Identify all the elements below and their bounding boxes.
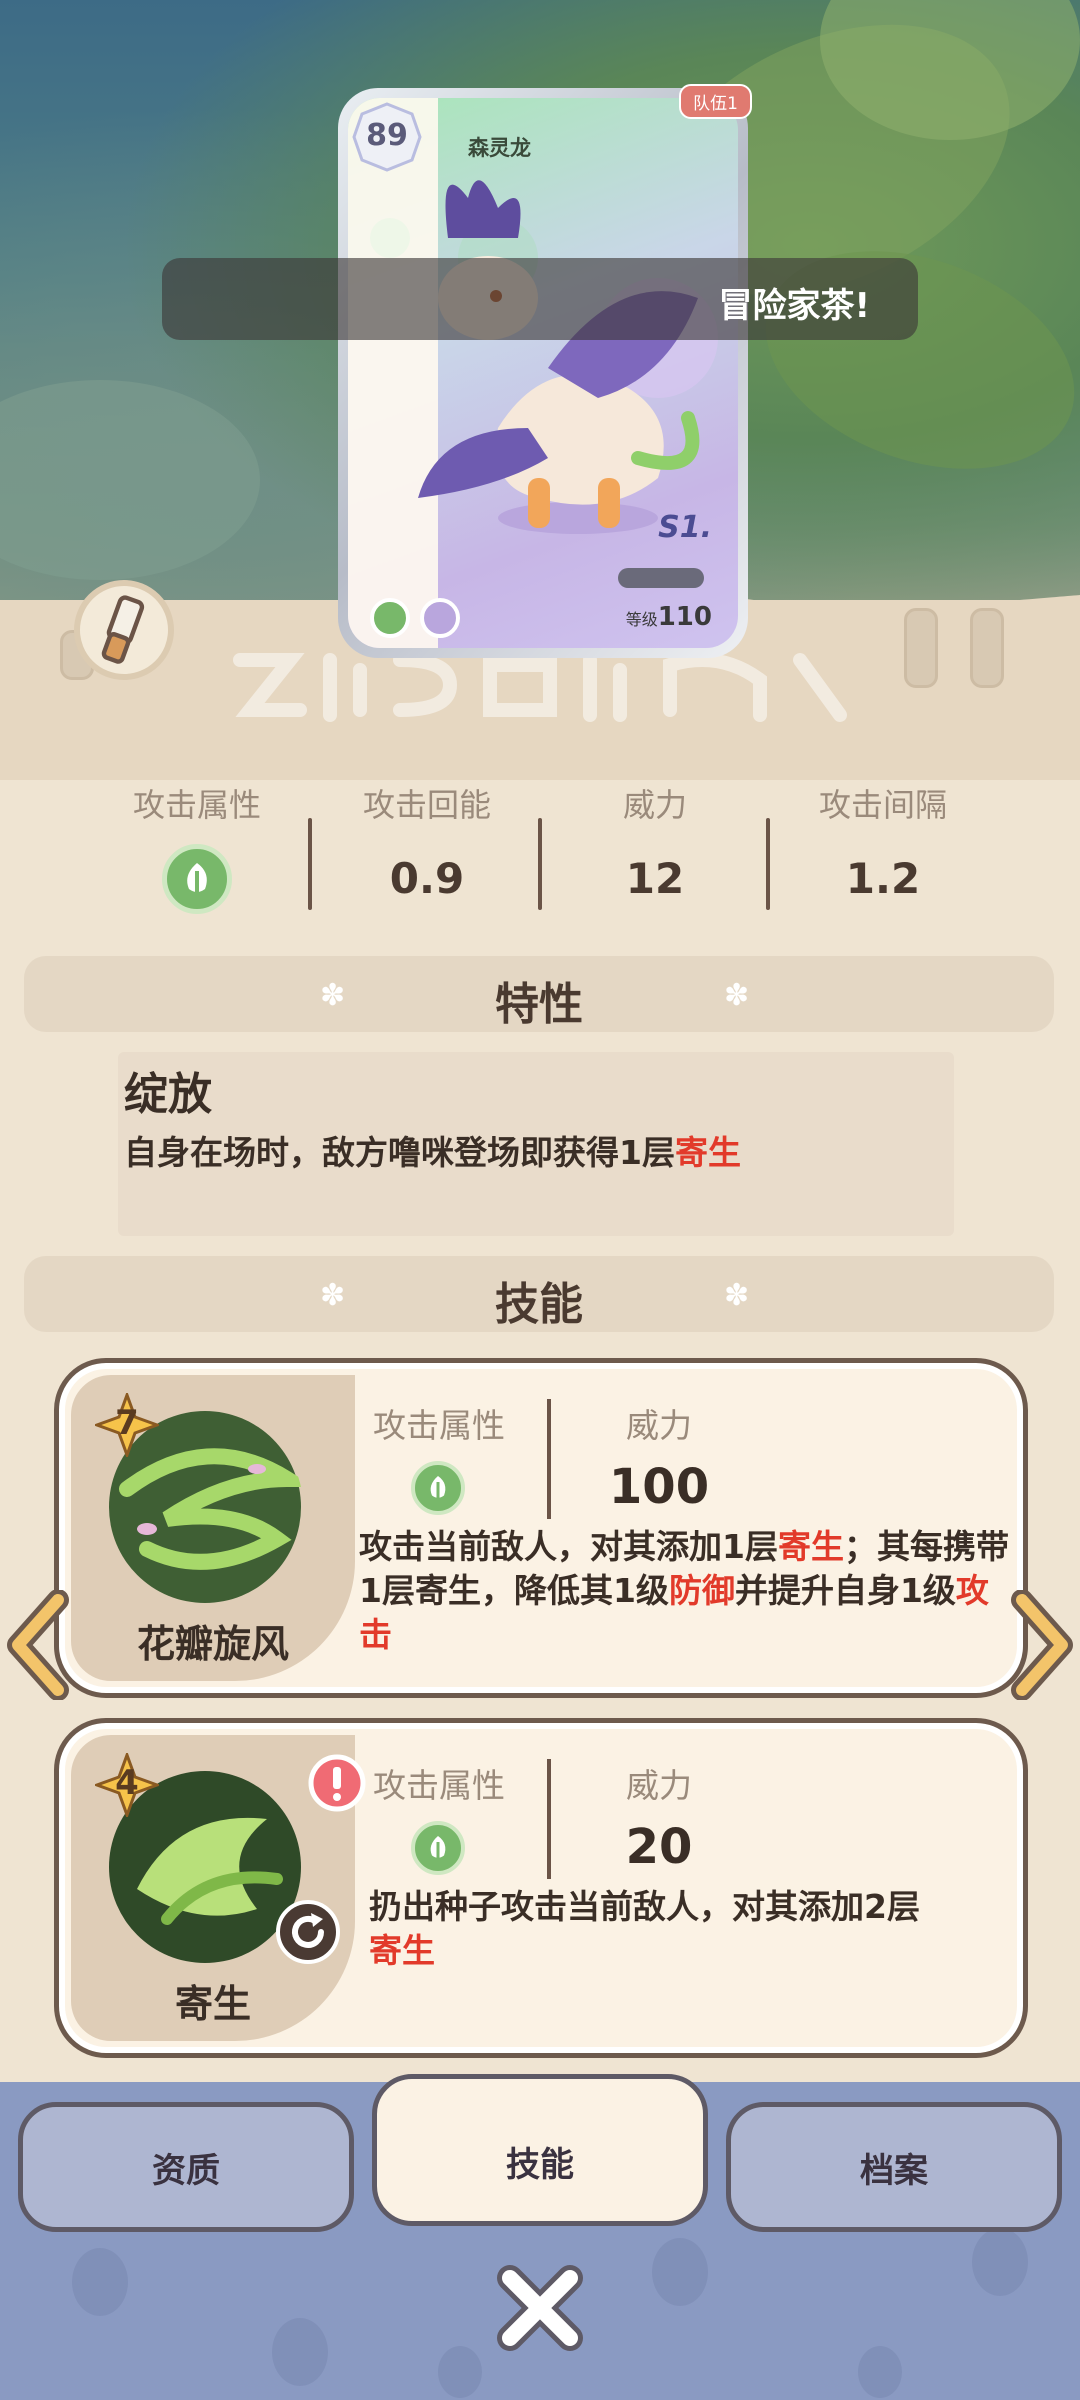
skill-card-parasite[interactable]: 4 寄生 攻击属性 威力 20 扔出种子攻击当前敌人，对其添加2层 寄生 <box>54 1718 1028 2058</box>
grass-attr-icon <box>370 598 410 638</box>
leaf-icon <box>411 1461 465 1515</box>
stat-value: 0.9 <box>389 854 465 903</box>
tab-skills[interactable]: 技能 <box>372 2074 708 2226</box>
pet-level: 等级110 <box>626 602 712 632</box>
skill-power-label: 威力 <box>626 1766 692 1805</box>
series-label: S1. <box>658 510 712 545</box>
pet-name: 森灵龙 <box>468 136 531 160</box>
skill-divider <box>547 1399 551 1519</box>
fence-post <box>904 608 938 688</box>
skill-cost-value: 7 <box>115 1403 139 1443</box>
stat-attack-attribute: 攻击属性 <box>82 780 312 914</box>
desc-text: 并提升自身1级 <box>734 1571 956 1610</box>
fence-post <box>970 608 1004 688</box>
stat-label: 攻击属性 <box>132 786 261 824</box>
alert-icon[interactable] <box>307 1753 367 1813</box>
stat-value: 12 <box>625 854 685 903</box>
keyword-parasite[interactable]: 寄生 <box>778 1527 844 1566</box>
skill-cost-value: 4 <box>115 1763 139 1803</box>
paw-icon: ✽ <box>724 978 750 1013</box>
refresh-icon[interactable] <box>275 1899 341 1965</box>
stat-attack-interval: 攻击间隔 1.2 <box>768 780 998 903</box>
next-arrow-icon[interactable] <box>1010 1590 1074 1700</box>
skill-power-value: 20 <box>625 1819 693 1875</box>
stat-label: 攻击回能 <box>362 786 491 824</box>
edit-tool-button[interactable] <box>74 580 174 680</box>
trait-name: 绽放 <box>124 1069 212 1120</box>
stat-value: 1.2 <box>845 854 921 903</box>
skill-name: 寄生 <box>174 1982 251 2026</box>
skill-power-label: 威力 <box>626 1406 692 1445</box>
skill-card-petal-whirlwind[interactable]: 7 花瓣旋风 攻击属性 威力 100 攻击当前敌人，对其添加1层寄生；其每携带1… <box>54 1358 1028 1698</box>
trait-section-title: 特性 <box>495 979 583 1030</box>
card-artwork: 森灵龙 S1. 等级110 <box>348 98 738 648</box>
tab-profile[interactable]: 档案 <box>726 2102 1062 2232</box>
stat-label: 威力 <box>622 786 687 824</box>
attack-stats: 攻击属性 攻击回能 0.9 威力 12 攻击间隔 1.2 <box>0 780 1080 930</box>
skill-cost-badge: 4 <box>92 1750 162 1820</box>
leaf-icon <box>411 1821 465 1875</box>
stat-energy-regen: 攻击回能 0.9 <box>312 780 542 903</box>
trait-section-header: ✽ 特性 ✽ <box>24 956 1054 1032</box>
team-badge: 队伍1 <box>679 84 752 119</box>
level-badge-number: 89 <box>366 118 408 153</box>
skill-divider <box>547 1759 551 1879</box>
grass-type-icon <box>370 218 410 258</box>
desc-text: 攻击当前敌人，对其添加1层 <box>359 1527 778 1566</box>
notification-toast: 冒险家茶! <box>162 258 918 340</box>
keyword-parasite[interactable]: 寄生 <box>369 1931 435 1970</box>
skill-cost-badge: 7 <box>92 1390 162 1460</box>
keyword-parasite[interactable]: 寄生 <box>675 1133 741 1172</box>
close-icon[interactable] <box>494 2262 586 2354</box>
trait-desc-text: 自身在场时，敌方噜咪登场即获得1层 <box>124 1133 675 1172</box>
skill-section-header: ✽ 技能 ✽ <box>24 1256 1054 1332</box>
leaf-icon <box>162 844 232 914</box>
skill-attr-label: 攻击属性 <box>373 1766 505 1805</box>
skill-description: 扔出种子攻击当前敌人，对其添加2层 寄生 <box>369 1885 1019 1973</box>
skill-name: 花瓣旋风 <box>136 1622 289 1666</box>
trait-description: 自身在场时，敌方噜咪登场即获得1层寄生 <box>124 1126 741 1174</box>
level-label-text: 等级 <box>625 610 658 629</box>
previous-arrow-icon[interactable] <box>6 1590 70 1700</box>
keyword-defense[interactable]: 防御 <box>669 1571 735 1610</box>
level-value: 110 <box>657 602 712 632</box>
stat-label: 攻击间隔 <box>818 786 947 824</box>
wing-attr-icon <box>420 598 460 638</box>
brush-icon <box>101 595 145 664</box>
star-rating <box>618 568 704 588</box>
toast-text: 冒险家茶! <box>718 286 870 326</box>
pet-card[interactable]: 森灵龙 S1. 等级110 89 队伍1 <box>338 84 752 658</box>
skill-power-value: 100 <box>608 1459 710 1515</box>
creature-illustration <box>418 180 718 534</box>
background-leaf <box>0 380 260 580</box>
paw-icon: ✽ <box>724 1278 750 1313</box>
level-badge: 89 <box>352 102 422 172</box>
tab-aptitude[interactable]: 资质 <box>18 2102 354 2232</box>
skill-section-title: 技能 <box>495 1279 583 1330</box>
skill-description: 攻击当前敌人，对其添加1层寄生；其每携带1层寄生，降低其1级防御并提升自身1级攻… <box>359 1525 1009 1657</box>
desc-text: 扔出种子攻击当前敌人，对其添加2层 <box>369 1887 920 1926</box>
skill-attr-label: 攻击属性 <box>373 1406 505 1445</box>
stat-power: 威力 12 <box>540 780 770 903</box>
